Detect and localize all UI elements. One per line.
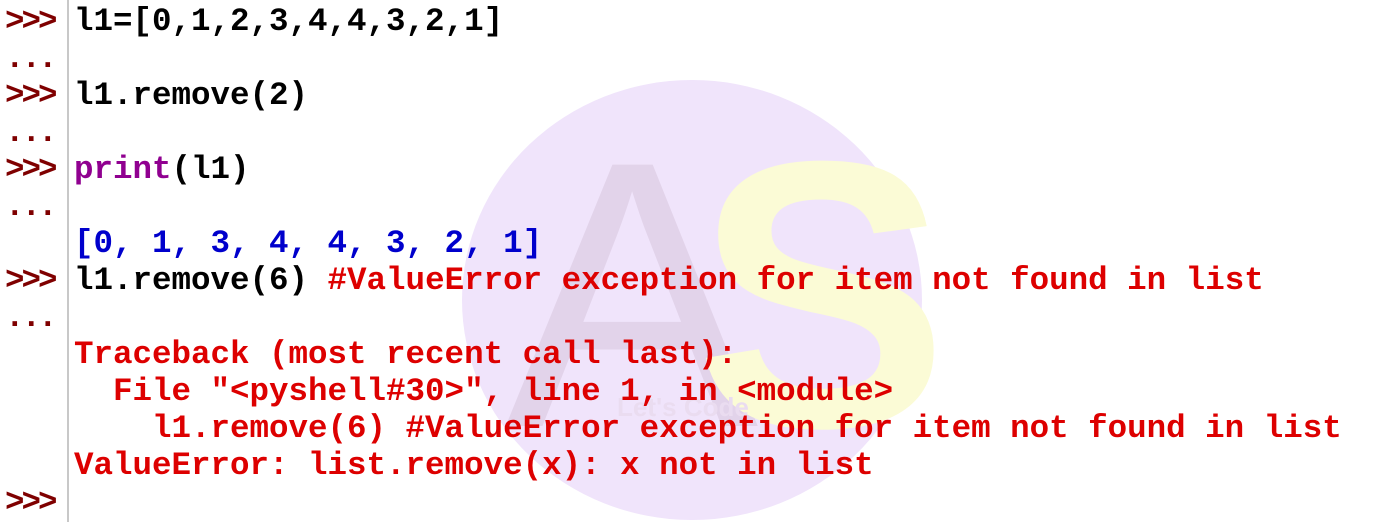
code-text: l1=[0,1,2,3,4,4,3,2,1] — [74, 3, 504, 40]
error-text: File "<pyshell#30>", line 1, in <module> — [74, 373, 894, 410]
output-text: [0, 1, 3, 4, 4, 3, 2, 1] — [74, 225, 543, 262]
shell-code: File "<pyshell#30>", line 1, in <module> — [74, 373, 893, 410]
shell-code: l1.remove(6) #ValueError exception for i… — [74, 410, 1342, 447]
code-text: l1.remove(6) — [74, 262, 328, 299]
error-text: ValueError: list.remove(x): x not in lis… — [74, 447, 874, 484]
shell-prompt: ... — [5, 299, 57, 336]
shell-prompt: >>> — [5, 484, 57, 521]
shell-code: l1=[0,1,2,3,4,4,3,2,1] — [74, 3, 503, 40]
code-text: l1.remove(2) — [74, 77, 309, 114]
error-text: Traceback (most recent call last): — [74, 336, 738, 373]
shell-code: [0, 1, 3, 4, 4, 3, 2, 1] — [74, 225, 542, 262]
shell-prompt: >>> — [5, 151, 57, 188]
code-text: (l1) — [171, 151, 250, 188]
shell-prompt: >>> — [5, 262, 57, 299]
shell-code: l1.remove(6) #ValueError exception for i… — [74, 262, 1264, 299]
error-text: l1.remove(6) #ValueError exception for i… — [74, 410, 1342, 447]
builtin-keyword: print — [74, 151, 172, 188]
shell-code: ValueError: list.remove(x): x not in lis… — [74, 447, 874, 484]
shell-prompt: ... — [5, 40, 57, 77]
shell-prompt: ... — [5, 188, 57, 225]
shell-prompt: ... — [5, 114, 57, 151]
shell-prompt: >>> — [5, 3, 57, 40]
shell-code: print(l1) — [74, 151, 250, 188]
shell-code: Traceback (most recent call last): — [74, 336, 737, 373]
error-text: #ValueError exception for item not found… — [327, 262, 1264, 299]
shell-code: l1.remove(2) — [74, 77, 308, 114]
shell-prompt: >>> — [5, 77, 57, 114]
